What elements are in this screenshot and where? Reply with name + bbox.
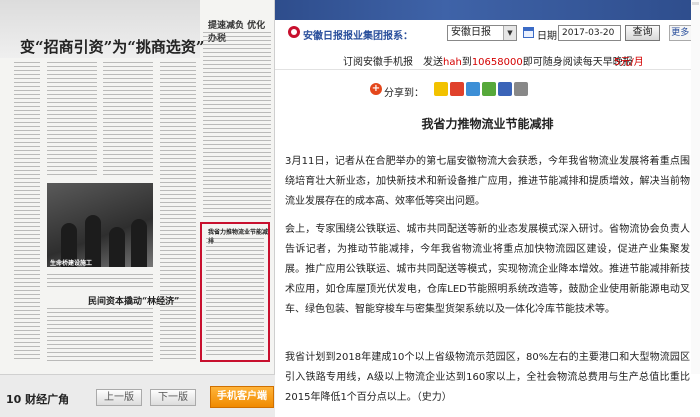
page-number-label: 10 财经广角 (6, 393, 70, 406)
paper-text-column (160, 62, 196, 362)
mobile-client-button[interactable]: 手机客户端 (210, 386, 274, 408)
renren-icon[interactable] (482, 82, 496, 96)
selected-article-highlight[interactable]: 我省力推物流业节能减排 (200, 222, 270, 362)
newspaper-page-image[interactable]: 变“招商引资”为“挑商选资” 提速减负 优化办税 生命桥建设施工 民间资本撬动“… (0, 0, 275, 374)
paper-sub-headline[interactable]: 民间资本撬动“林经济” (88, 294, 179, 307)
share-plus-icon[interactable]: + (370, 83, 382, 95)
promo-send-word: 发送 (423, 57, 443, 68)
photo-figure (109, 227, 125, 267)
paper-search-bar: 安徽日报报业集团报系： 安徽日报 ▼ 日期 2017-03-20 查询 更多 ▾ (275, 20, 700, 46)
scrollbar-thumb[interactable] (692, 2, 699, 5)
paper-text-column (14, 62, 40, 362)
paper-select-value: 安徽日报 (451, 27, 491, 38)
article-panel: 安徽日报报业集团报系： 安徽日报 ▼ 日期 2017-03-20 查询 更多 ▾… (275, 0, 700, 417)
kaixin-icon[interactable] (498, 82, 512, 96)
promo-price: 5元/月 (614, 57, 644, 68)
article-title: 我省力推物流业节能减排 (421, 117, 554, 131)
prev-page-button[interactable]: 上一版 (96, 389, 142, 406)
photo-figure (131, 219, 147, 267)
paper-select[interactable]: 安徽日报 ▼ (447, 25, 517, 41)
promo-sms-text: 发送hah到10658000即可随身阅读每天早晚报 (423, 53, 633, 68)
paper-photo[interactable] (47, 183, 153, 267)
paper-text-column (47, 62, 97, 177)
article-paragraph: 我省计划到2018年建成10个以上省级物流示范园区，80%左右的主要港口和大型物… (285, 352, 690, 403)
chevron-down-icon[interactable]: ▼ (503, 26, 516, 40)
page-navigation-bar: 10 财经广角 上一版 下一版 手机客户端 (0, 374, 275, 417)
scrollbar[interactable] (691, 0, 700, 374)
date-input[interactable]: 2017-03-20 (558, 25, 621, 41)
article-paragraph: 会上，专家围绕公铁联运、城市共同配送等新的业态发展模式深入研讨。省物流协会负责人… (285, 224, 690, 315)
paper-text-column (206, 238, 264, 356)
calendar-icon[interactable] (523, 27, 534, 38)
promo-to-word: 到 (461, 57, 472, 68)
newspaper-panel: 变“招商引资”为“挑商选资” 提速减负 优化办税 生命桥建设施工 民间资本撬动“… (0, 0, 275, 417)
promo-subscribe-text[interactable]: 订阅安徽手机报 (343, 53, 413, 68)
date-label: 日期 (537, 31, 557, 42)
next-page-button[interactable]: 下一版 (150, 389, 196, 406)
page: 变“招商引资”为“挑商选资” 提速减负 优化办税 生命桥建设施工 民间资本撬动“… (0, 0, 700, 417)
share-bar: + 分享到： (275, 70, 700, 110)
brand-logo-icon (288, 26, 300, 38)
promo-keyword: hah (443, 57, 462, 68)
query-button[interactable]: 查询 (625, 25, 660, 41)
paper-text-column (47, 308, 153, 364)
mobile-subscription-promo: 订阅安徽手机报 发送hah到10658000即可随身阅读每天早晚报 5元/月 (275, 46, 700, 70)
qzone-icon[interactable] (434, 82, 448, 96)
article-paragraph: 3月11日，记者从在合肥举办的第七届安徽物流大会获悉，今年我省物流业发展将着重点… (285, 156, 690, 207)
paper-text-column (103, 62, 153, 177)
article-body: 我省力推物流业节能减排 3月11日，记者从在合肥举办的第七届安徽物流大会获悉，今… (275, 110, 700, 417)
tencent-weibo-icon[interactable] (466, 82, 480, 96)
group-label: 安徽日报报业集团报系： (303, 31, 413, 42)
paper-text-column (203, 32, 271, 217)
header-band (275, 0, 700, 20)
share-label: 分享到： (384, 88, 424, 99)
more-label: 更多 (671, 28, 690, 38)
weibo-icon[interactable] (450, 82, 464, 96)
paper-photo-caption: 生命桥建设施工 (50, 260, 93, 267)
paper-headline[interactable]: 变“招商引资”为“挑商选资” (20, 36, 205, 57)
paper-text-column (47, 274, 153, 288)
promo-sms-number: 10658000 (471, 57, 523, 68)
more-share-icon[interactable] (514, 82, 528, 96)
